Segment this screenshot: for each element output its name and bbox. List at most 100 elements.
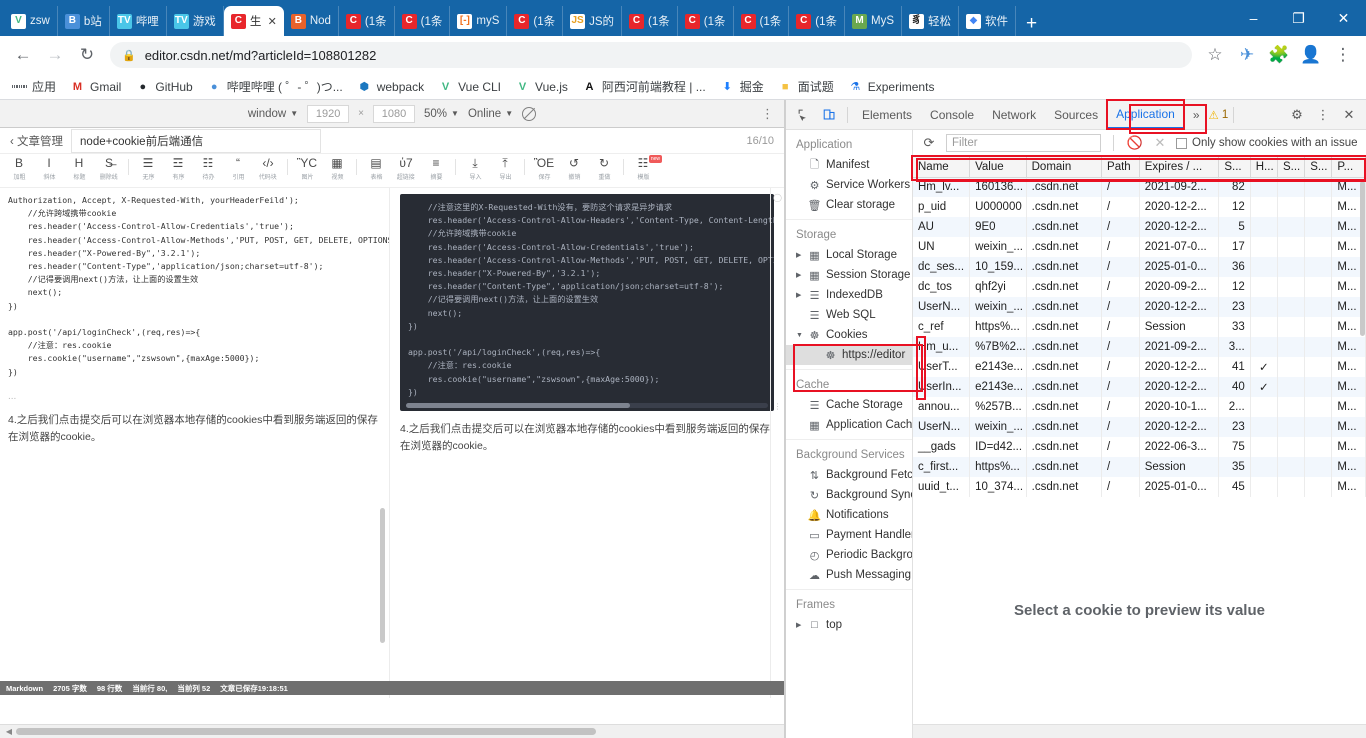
cookie-table-row[interactable]: UserN... weixin_... .csdn.net/2020-12-2...… — [913, 417, 1366, 437]
bookmark-item[interactable]: A 阿西河前端教程 | ... — [582, 78, 705, 95]
page-horizontal-scrollbar[interactable]: ◀ — [0, 724, 784, 738]
sidebar-item-application-cache[interactable]: ▦ Application Cache — [786, 415, 912, 435]
only-issues-checkbox[interactable] — [1176, 137, 1187, 149]
sidebar-item-background-sync[interactable]: ↻ Background Sync — [786, 485, 912, 505]
browser-tab[interactable]: [-] myS — [450, 6, 508, 36]
chevron-right-icon[interactable]: ▶ — [796, 251, 801, 259]
device-width-input[interactable]: 1920 — [307, 104, 350, 123]
bookmark-item[interactable]: V Vue.js — [515, 79, 568, 94]
delete-cookie-icon[interactable]: ✕ — [1151, 134, 1169, 152]
cookie-column-header[interactable]: S... — [1304, 157, 1333, 178]
sidebar-item-background-fetch[interactable]: ⇅ Background Fetch — [786, 465, 912, 485]
bookmark-item[interactable]: 应用 — [11, 78, 56, 95]
zoom-select[interactable]: 50% ▼ — [424, 108, 459, 120]
minimize-button[interactable]: – — [1231, 0, 1276, 36]
chevron-down-icon[interactable]: ▼ — [796, 332, 803, 339]
cookie-column-header[interactable]: Expires / ... — [1139, 157, 1220, 178]
sidebar-item-web-sql[interactable]: ☰ Web SQL — [786, 305, 912, 325]
md-toolbar-button[interactable]: ⤓ 导入 — [460, 156, 490, 181]
md-toolbar-button[interactable]: ≡ 摘要 — [421, 156, 451, 181]
md-toolbar-button[interactable]: ὛC 图片 — [292, 156, 322, 181]
hscroll-left-arrow[interactable]: ◀ — [4, 727, 14, 736]
cookie-table-row[interactable]: annou... %257B... .csdn.net/2020-10-1... 2.… — [913, 397, 1366, 417]
sidebar-item-https-editor[interactable]: ☸ https://editor — [786, 345, 912, 365]
cookie-table-row[interactable]: UN weixin_... .csdn.net/2021-07-0... 17 M... — [913, 237, 1366, 257]
close-window-button[interactable]: ✕ — [1321, 0, 1366, 36]
cookie-table-header[interactable]: Name Value Domain Path Expires / ... S... H...… — [913, 157, 1366, 178]
bookmark-item[interactable]: ⚗ Experiments — [848, 79, 934, 94]
device-toolbar-toggle-icon[interactable] — [816, 102, 842, 128]
gear-icon[interactable]: ⚙ — [1284, 102, 1310, 128]
devtools-tab[interactable]: Application — [1106, 99, 1185, 130]
browser-tab[interactable]: 豸轻松 — [902, 6, 959, 36]
cookie-table-row[interactable]: Hm_lv... 160136... .csdn.net/2021-09-2... 8… — [913, 177, 1366, 197]
browser-tab[interactable]: M MyS — [845, 6, 902, 36]
inspect-element-icon[interactable] — [790, 102, 816, 128]
maximize-button[interactable]: ❐ — [1276, 0, 1321, 36]
devtools-tab[interactable]: Console — [921, 100, 983, 129]
cookie-column-header[interactable]: H... — [1250, 157, 1278, 178]
back-to-articles-link[interactable]: ‹ 文章管理 — [10, 133, 63, 149]
device-select[interactable]: window ▼ — [248, 108, 298, 120]
cookie-table-row[interactable]: UserN... weixin_... .csdn.net/2020-12-2...… — [913, 297, 1366, 317]
md-toolbar-button[interactable]: I 斜体 — [34, 156, 64, 181]
cookie-filter-input[interactable]: Filter — [946, 134, 1101, 152]
more-panels-icon[interactable]: » — [1184, 100, 1209, 129]
browser-tab[interactable]: Vzsw — [4, 6, 58, 36]
browser-tab[interactable]: C (1条 — [507, 6, 564, 36]
bookmark-item[interactable]: ● GitHub — [135, 79, 193, 94]
cookie-table-body[interactable]: Hm_lv... 160136... .csdn.net/2021-09-2... 8… — [913, 177, 1366, 497]
reload-icon[interactable]: ↻ — [72, 40, 102, 70]
close-devtools-icon[interactable]: ✕ — [1336, 102, 1362, 128]
browser-tab[interactable]: C 生 ✕ — [223, 6, 284, 36]
browser-tab[interactable]: C (1条 — [789, 6, 845, 36]
browser-tab[interactable]: ◆ 软件 — [959, 6, 1016, 36]
only-issues-checkbox-row[interactable]: Only show cookies with an issue — [1176, 137, 1358, 149]
bookmark-item[interactable]: ■ 面试题 — [778, 78, 834, 95]
devtools-tab[interactable]: Elements — [853, 100, 921, 129]
cookie-column-header[interactable]: Path — [1101, 157, 1140, 178]
cookie-table-row[interactable]: dc_ses... 10_159... .csdn.net/2025-01-0...… — [913, 257, 1366, 277]
bookmark-item[interactable]: V Vue CLI — [438, 79, 501, 94]
bookmark-item[interactable]: ● 哔哩哔哩 ( ゜- ゜)つ... — [207, 78, 343, 95]
md-toolbar-button[interactable]: ☲ 有序 — [163, 156, 193, 181]
markdown-source-pane[interactable]: Authorization, Accept, X-Requested-With,… — [0, 188, 390, 698]
new-tab-button[interactable]: + — [1016, 14, 1047, 36]
sidebar-item-session-storage[interactable]: ▶ ▦ Session Storage — [786, 265, 912, 285]
sidebar-item-cache-storage[interactable]: ☰ Cache Storage — [786, 395, 912, 415]
md-toolbar-button[interactable]: H 标题 — [64, 156, 94, 181]
browser-tab[interactable]: B Nod — [284, 6, 339, 36]
cookie-column-header[interactable]: Domain — [1026, 157, 1103, 178]
browser-tab[interactable]: JS JS的 — [563, 6, 623, 36]
chrome-menu-icon[interactable]: ⋮ — [1328, 40, 1358, 70]
cookie-table-row[interactable]: uuid_t... 10_374... .csdn.net/2025-01-0...… — [913, 477, 1366, 497]
device-height-input[interactable]: 1080 — [373, 104, 415, 123]
cookie-table-row[interactable]: __gads ID=d42... .csdn.net/2022-06-3... 75 M… — [913, 437, 1366, 457]
md-toolbar-button[interactable]: ↺ 撤销 — [559, 156, 589, 181]
browser-tab[interactable]: C (1条 — [678, 6, 734, 36]
md-toolbar-button[interactable]: ☰ 无序 — [133, 156, 163, 181]
chevron-right-icon[interactable]: ▶ — [796, 621, 801, 629]
md-toolbar-button[interactable]: ☷ 待办 — [193, 156, 223, 181]
md-toolbar-button[interactable]: ☷ 模版 new — [628, 155, 662, 181]
sidebar-item-service-workers[interactable]: ⚙ Service Workers — [786, 175, 912, 195]
cookie-column-header[interactable]: P... — [1331, 157, 1366, 178]
hscroll-thumb[interactable] — [16, 728, 596, 735]
sidebar-item-indexeddb[interactable]: ▶ ☰ IndexedDB — [786, 285, 912, 305]
article-title-input[interactable]: node+cookie前后端通信 — [71, 128, 322, 153]
sidebar-item-payment-handler[interactable]: ▭ Payment Handler — [786, 525, 912, 545]
source-scrollbar[interactable] — [380, 508, 385, 643]
no-throttling-icon[interactable] — [522, 106, 537, 121]
bookmark-item[interactable]: M Gmail — [70, 79, 121, 94]
cookie-column-header[interactable]: Name — [913, 157, 971, 178]
sidebar-item-push-messaging[interactable]: ☁ Push Messaging — [786, 565, 912, 585]
sidebar-item-top[interactable]: ▶ □ top — [786, 615, 912, 635]
browser-tab[interactable]: Bb站 — [58, 6, 110, 36]
cookie-table-row[interactable]: c_ref https%... .csdn.net / Session 33 M... — [913, 317, 1366, 337]
browser-tab[interactable]: C (1条 — [734, 6, 790, 36]
clear-all-cookies-icon[interactable]: 🚫 — [1126, 134, 1144, 152]
sidebar-item-notifications[interactable]: 🔔 Notifications — [786, 505, 912, 525]
md-toolbar-button[interactable]: ‹/› 代码块 — [253, 156, 283, 181]
cookie-table-row[interactable]: UserIn... e2143e... .csdn.net/2020-12-2...… — [913, 377, 1366, 397]
browser-tab[interactable]: C (1条 — [395, 6, 451, 36]
